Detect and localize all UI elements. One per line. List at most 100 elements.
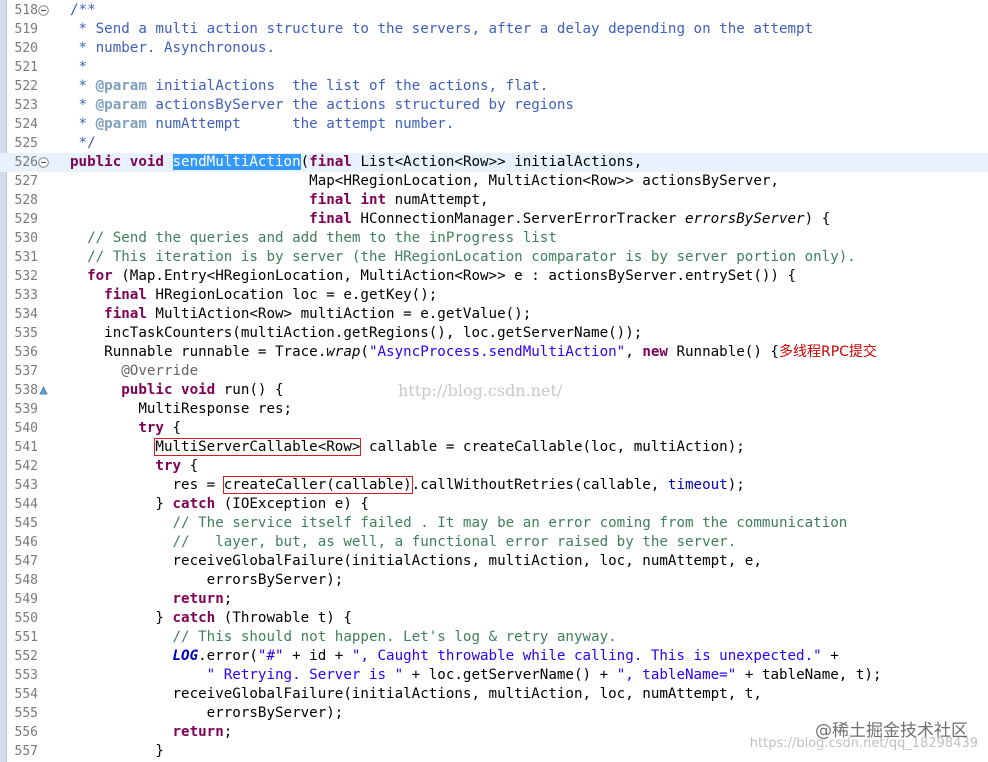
code-text[interactable]: Runnable runnable = Trace.wrap("AsyncPro… <box>70 343 877 362</box>
code-text[interactable]: @Override <box>70 362 198 381</box>
code-editor[interactable]: 518 /** 519 * Send a multi action structur… <box>0 0 988 762</box>
code-line[interactable]: 518 /** <box>0 1 988 20</box>
code-text[interactable]: MultiResponse res; <box>70 400 292 419</box>
line-number: 528 <box>14 193 38 208</box>
code-text[interactable]: errorsByServer); <box>70 571 344 590</box>
collapse-fold-icon[interactable] <box>38 157 49 168</box>
code-text[interactable]: try { <box>70 457 198 476</box>
code-line[interactable]: 521 * <box>0 58 988 77</box>
code-text[interactable]: MultiServerCallable<Row> callable = crea… <box>70 438 745 457</box>
code-token: callable = createCallable(loc, multiActi… <box>360 439 745 455</box>
code-text[interactable]: // This should not happen. Let's log & r… <box>70 628 617 647</box>
code-text[interactable]: final HConnectionManager.ServerErrorTrac… <box>70 210 830 229</box>
code-line[interactable]: 528 final int numAttempt, <box>0 191 988 210</box>
collapse-fold-icon[interactable] <box>38 5 49 16</box>
code-token: } <box>70 496 173 512</box>
code-line[interactable]: 544 } catch (IOException e) { <box>0 495 988 514</box>
string-literal: "AsyncProcess.sendMultiAction" <box>368 344 626 360</box>
code-text[interactable]: // The service itself failed . It may be… <box>70 514 848 533</box>
code-line[interactable]: 545 // The service itself failed . It ma… <box>0 514 988 533</box>
keyword: catch <box>172 610 216 626</box>
code-text[interactable]: * <box>70 58 88 77</box>
code-line[interactable]: 550 } catch (Throwable t) { <box>0 609 988 628</box>
code-text[interactable]: final int numAttempt, <box>70 191 488 210</box>
code-token: errorsByServer); <box>70 572 344 588</box>
code-line[interactable]: 548 errorsByServer); <box>0 571 988 590</box>
code-text[interactable]: */ <box>70 134 96 153</box>
code-text[interactable]: // layer, but, as well, a functional err… <box>70 533 737 552</box>
code-line[interactable]: 535 incTaskCounters(multiAction.getRegio… <box>0 324 988 343</box>
code-line[interactable]: 546 // layer, but, as well, a functional… <box>0 533 988 552</box>
code-text[interactable]: incTaskCounters(multiAction.getRegions()… <box>70 324 642 343</box>
code-text[interactable]: } <box>70 742 164 761</box>
code-line[interactable]: 540 try { <box>0 419 988 438</box>
code-line[interactable]: 525 */ <box>0 134 988 153</box>
code-text[interactable]: receiveGlobalFailure(initialActions, mul… <box>70 552 761 571</box>
code-text[interactable]: public void run() { <box>70 381 283 400</box>
javadoc: * number. Asynchronous. <box>70 40 275 56</box>
code-line[interactable]: 537 @Override <box>0 362 988 381</box>
code-line[interactable]: 554 receiveGlobalFailure(initialActions,… <box>0 685 988 704</box>
code-text[interactable]: receiveGlobalFailure(initialActions, mul… <box>70 685 761 704</box>
code-text[interactable]: } catch (Throwable t) { <box>70 609 351 628</box>
code-text[interactable]: * @param initialActions the list of the … <box>70 77 549 96</box>
code-text[interactable]: " Retrying. Server is " + loc.getServerN… <box>70 666 882 685</box>
code-line[interactable]: 536 Runnable runnable = Trace.wrap("Asyn… <box>0 343 988 362</box>
code-line[interactable]: 523 * @param actionsByServer the actions… <box>0 96 988 115</box>
code-line[interactable]: 526 public void sendMultiAction(final Lis… <box>0 153 988 172</box>
code-text[interactable]: // This iteration is by server (the HReg… <box>70 248 856 267</box>
code-line[interactable]: 543 res = createCaller(callable).callWit… <box>0 476 988 495</box>
code-line[interactable]: 542 try { <box>0 457 988 476</box>
javadoc-tag: @param <box>95 97 147 113</box>
code-line[interactable]: 539 MultiResponse res; <box>0 400 988 419</box>
code-line[interactable]: 533 final HRegionLocation loc = e.getKey… <box>0 286 988 305</box>
code-line[interactable]: 551 // This should not happen. Let's log… <box>0 628 988 647</box>
line-number: 542 <box>14 459 38 474</box>
code-text[interactable]: final HRegionLocation loc = e.getKey(); <box>70 286 437 305</box>
keyword: return <box>172 591 224 607</box>
line-number: 533 <box>14 288 38 303</box>
code-token: + id + <box>283 648 352 664</box>
code-text[interactable]: * @param actionsByServer the actions str… <box>70 96 574 115</box>
code-text[interactable]: errorsByServer); <box>70 704 344 723</box>
code-line[interactable]: 552 LOG.error("#" + id + ", Caught throw… <box>0 647 988 666</box>
code-line[interactable]: 530 // Send the queries and add them to … <box>0 229 988 248</box>
code-text[interactable]: } catch (IOException e) { <box>70 495 369 514</box>
code-line[interactable]: 522 * @param initialActions the list of … <box>0 77 988 96</box>
code-line[interactable]: 549 return; <box>0 590 988 609</box>
code-text[interactable]: public void sendMultiAction(final List<A… <box>70 153 642 172</box>
code-line[interactable]: 541 MultiServerCallable<Row> callable = … <box>0 438 988 457</box>
code-line[interactable]: 527 Map<HRegionLocation, MultiAction<Row… <box>0 172 988 191</box>
watermark-text: http://blog.csdn.net/ <box>398 381 563 400</box>
code-text[interactable]: return; <box>70 723 233 742</box>
code-line[interactable]: 524 * @param numAttempt the attempt numb… <box>0 115 988 134</box>
code-line[interactable]: 519 * Send a multi action structure to t… <box>0 20 988 39</box>
code-line[interactable]: 534 final MultiAction<Row> multiAction =… <box>0 305 988 324</box>
code-text[interactable]: Map<HRegionLocation, MultiAction<Row>> a… <box>70 172 779 191</box>
code-text[interactable]: try { <box>70 419 181 438</box>
code-text[interactable]: * @param numAttempt the attempt number. <box>70 115 455 134</box>
code-text[interactable]: res = createCaller(callable).callWithout… <box>70 476 745 495</box>
code-line[interactable]: 532 for (Map.Entry<HRegionLocation, Mult… <box>0 267 988 286</box>
url-watermark: https://blog.csdn.net/qq_18298439 <box>749 736 978 751</box>
code-text[interactable]: return; <box>70 590 233 609</box>
code-token: ( <box>360 344 369 360</box>
code-text[interactable]: * Send a multi action structure to the s… <box>70 20 814 39</box>
code-text[interactable]: // Send the queries and add them to the … <box>70 229 557 248</box>
code-text[interactable]: final MultiAction<Row> multiAction = e.g… <box>70 305 531 324</box>
code-text[interactable]: * number. Asynchronous. <box>70 39 275 58</box>
override-marker-icon[interactable] <box>38 385 49 396</box>
line-number: 532 <box>14 269 38 284</box>
code-line[interactable]: 520 * number. Asynchronous. <box>0 39 988 58</box>
code-token: errorsByServer); <box>70 705 344 721</box>
code-text[interactable]: LOG.error("#" + id + ", Caught throwable… <box>70 647 839 666</box>
code-line[interactable]: 531 // This iteration is by server (the … <box>0 248 988 267</box>
code-text[interactable]: for (Map.Entry<HRegionLocation, MultiAct… <box>70 267 796 286</box>
code-text[interactable]: /** <box>70 1 96 20</box>
code-line[interactable]: 529 final HConnectionManager.ServerError… <box>0 210 988 229</box>
code-line[interactable]: 553 " Retrying. Server is " + loc.getSer… <box>0 666 988 685</box>
code-line[interactable]: 547 receiveGlobalFailure(initialActions,… <box>0 552 988 571</box>
